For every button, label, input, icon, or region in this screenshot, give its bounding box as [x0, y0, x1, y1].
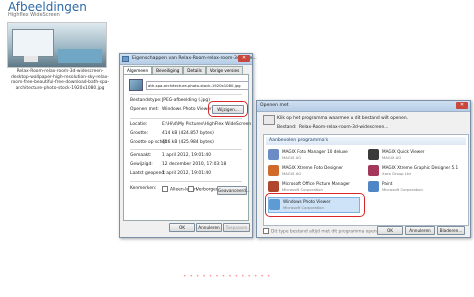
type-value: JPEG-afbeelding (.jpg) [162, 98, 210, 103]
open-with-titlebar[interactable]: Openen met ✕ [257, 101, 470, 112]
cancel-button[interactable]: Annuleren [196, 223, 222, 232]
location-label: Locatie: [130, 122, 148, 127]
browse-button[interactable]: Bladeren... [437, 226, 465, 235]
app-name: MAGIX Quick Viewer [382, 149, 425, 154]
type-label: Bestandstype: [130, 98, 162, 103]
app-name: MAGIX Foto Manager 10 deluxe [282, 149, 348, 154]
properties-dialog: Eigenschappen van Relax-Room-relax-room-… [119, 53, 257, 238]
apply-button[interactable]: Toepassen [223, 223, 250, 232]
tab-previous-versions[interactable]: Vorige versies [205, 66, 244, 74]
open-with-ok-button[interactable]: OK [377, 226, 403, 235]
file-label: Bestand: [277, 125, 297, 130]
hidden-label: Verborgen [196, 187, 219, 193]
app-company: Microsoft Corporation [282, 187, 323, 192]
open-with-instruction: Klik op het programma waarmee u dit best… [277, 116, 409, 121]
modified-label: Gewijzigd: [130, 162, 153, 167]
image-thumbnail[interactable] [7, 22, 107, 68]
highlight-change-button [208, 101, 248, 117]
thumbnail-pool-shape [58, 49, 102, 63]
accessed-value: 1 april 2012, 19:01:40 [162, 171, 211, 176]
app-company: MAGIX AG [282, 171, 302, 176]
divider [130, 118, 242, 119]
close-icon[interactable]: ✕ [238, 55, 250, 62]
open-with-title: Openen met [260, 103, 289, 108]
open-with-dialog: Openen met ✕ Klik op het programma waarm… [256, 100, 471, 238]
app-company: MAGIX AG [382, 155, 402, 160]
programs-list: Aanbevolen programma's MAGIX Foto Manage… [263, 134, 469, 226]
magix-xtreme-foto-designer-icon [268, 165, 279, 176]
app-company: MAGIX AG [282, 155, 302, 160]
page-subtitle: Highflex WideScreen [8, 12, 60, 18]
thumbnail-caption[interactable]: Relax-Room-relax-room-3d-widescreen-desk… [8, 69, 112, 91]
advanced-button[interactable]: Geavanceerd... [217, 186, 250, 195]
file-icon [122, 56, 129, 62]
created-value: 1 april 2012, 19:01:40 [162, 153, 211, 158]
created-label: Gemaakt: [130, 153, 152, 158]
attributes-label: Kenmerken: [130, 186, 157, 191]
app-company: Xara Group Ltd [382, 171, 411, 176]
divider [130, 149, 242, 150]
thumbnail-chair-shape [24, 56, 38, 62]
size-label: Grootte: [130, 131, 149, 136]
list-item[interactable]: Microsoft Office Picture Manager Microso… [268, 180, 358, 194]
modified-value: 12 december 2010, 17:03:18 [162, 162, 227, 167]
magix-foto-manager-icon [268, 149, 279, 160]
app-name: Paint [382, 181, 393, 186]
hidden-checkbox[interactable]: Verborgen [188, 186, 219, 193]
open-with-icon [263, 115, 275, 125]
paint-icon [368, 181, 379, 192]
app-name: Microsoft Office Picture Manager [282, 181, 351, 186]
thumbnail-window-shape [12, 29, 54, 57]
file-value: Relax-Room-relax-room-3d-widescreen... [299, 125, 389, 130]
highlight-photo-viewer [265, 193, 365, 217]
tab-general[interactable]: Algemeen [123, 66, 153, 74]
accessed-label: Laatst geopend: [130, 171, 166, 176]
size-value: 414 kB (424.857 bytes) [162, 131, 214, 136]
list-item[interactable]: MAGIX Xtreme Graphic Designer 5.1 Xara G… [368, 164, 458, 178]
tab-details[interactable]: Details [183, 66, 206, 74]
list-item[interactable]: MAGIX Foto Manager 10 deluxe MAGIX AG [268, 148, 358, 162]
recommended-group-header[interactable]: Aanbevolen programma's [266, 137, 466, 145]
list-item[interactable]: Paint Microsoft Corporation [368, 180, 458, 194]
open-with-value: Windows Photo Viewer [162, 107, 212, 112]
ok-button[interactable]: OK [169, 223, 195, 232]
disk-size-value: 416 kB (425.984 bytes) [162, 140, 214, 145]
location-value: E:\Hi\d\My Pictures\HighFlex WideScreen [162, 122, 252, 127]
app-name: MAGIX Xtreme Graphic Designer 5.1 [382, 165, 459, 170]
close-icon[interactable]: ✕ [456, 102, 468, 109]
magix-quick-viewer-icon [368, 149, 379, 160]
list-item[interactable]: MAGIX Quick Viewer MAGIX AG [368, 148, 458, 162]
image-file-icon [129, 79, 143, 91]
properties-panel: ath-spa-architecture-photo-stock-1920x10… [123, 74, 252, 221]
always-use-checkbox[interactable]: Dit type bestand altijd met dit programm… [263, 228, 382, 235]
open-with-cancel-button[interactable]: Annuleren [405, 226, 435, 235]
app-company: Microsoft Corporation [382, 187, 423, 192]
divider [130, 94, 242, 95]
office-picture-manager-icon [268, 181, 279, 192]
always-use-label: Dit type bestand altijd met dit programm… [271, 229, 383, 235]
decorative-dots: • • • • • • • • • • • • • • [183, 273, 271, 280]
tab-security[interactable]: Beveiliging [152, 66, 184, 74]
filename-field[interactable]: ath-spa-architecture-photo-stock-1920x10… [146, 81, 249, 90]
list-item[interactable]: MAGIX Xtreme Foto Designer MAGIX AG [268, 164, 358, 178]
xtreme-graphic-designer-icon [368, 165, 379, 176]
open-with-label: Openen met: [130, 107, 159, 112]
properties-titlebar[interactable]: Eigenschappen van Relax-Room-relax-room-… [120, 54, 257, 65]
properties-tabs: Algemeen Beveiliging Details Vorige vers… [123, 66, 244, 74]
app-name: MAGIX Xtreme Foto Designer [282, 165, 343, 170]
divider [130, 181, 242, 182]
